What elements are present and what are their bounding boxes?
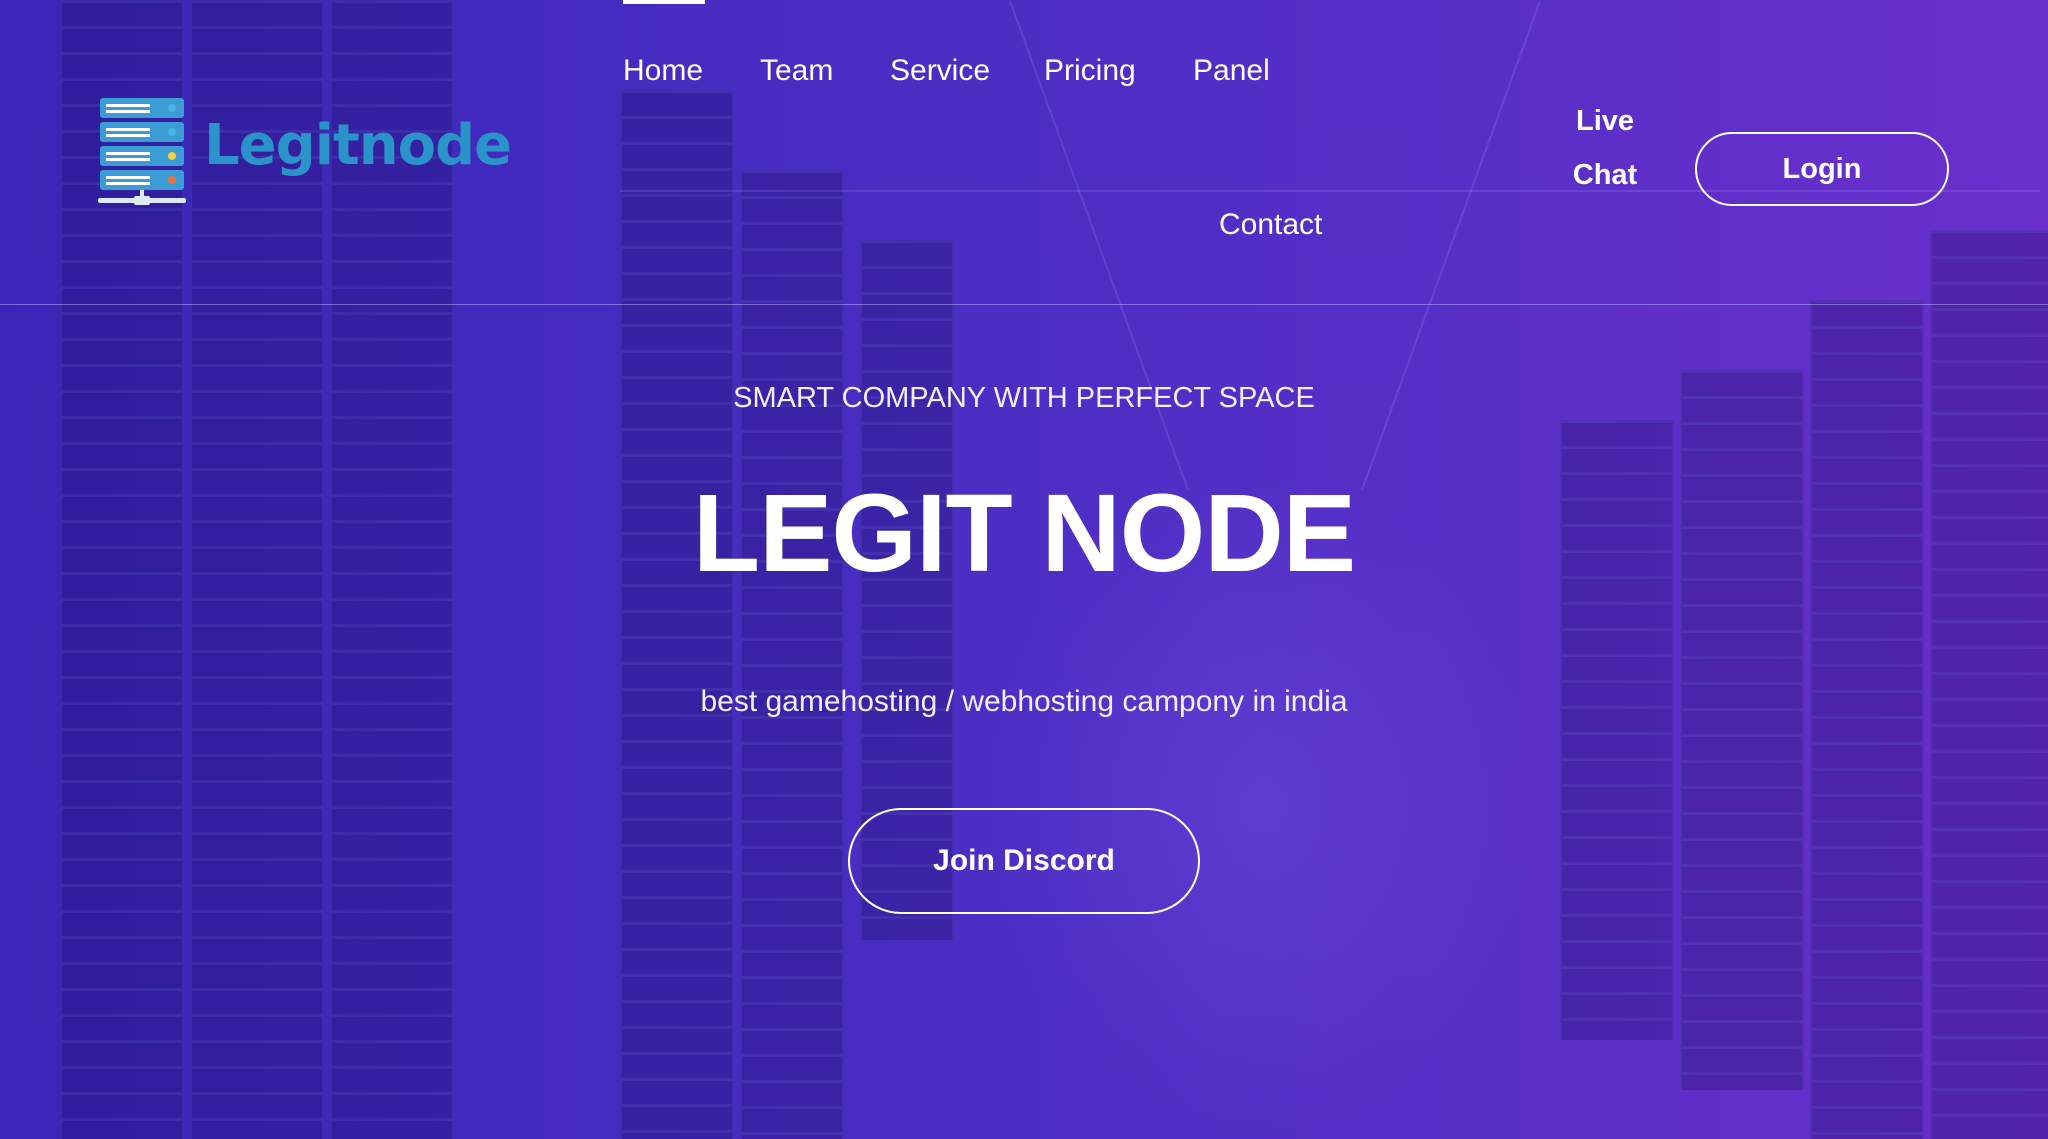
nav-home[interactable]: Home: [623, 54, 703, 88]
server-rack: [1810, 300, 1924, 1139]
join-discord-button[interactable]: Join Discord: [848, 808, 1200, 914]
hero-subtitle: best gamehosting / webhosting campony in…: [700, 685, 1348, 718]
nav-contact[interactable]: Contact: [1219, 208, 1322, 242]
live-chat-line1: Live: [1575, 105, 1635, 137]
live-chat-line2: Chat: [1572, 159, 1638, 191]
hero-tagline: SMART COMPANY WITH PERFECT SPACE: [733, 382, 1315, 414]
nav-pricing[interactable]: Pricing: [1044, 54, 1136, 88]
header-divider: [0, 304, 2048, 305]
brand-logo[interactable]: Legitnode: [96, 96, 512, 206]
nav-service[interactable]: Service: [890, 54, 990, 88]
server-rack: [620, 90, 734, 1139]
login-button[interactable]: Login: [1695, 132, 1949, 206]
hero-title: LEGIT NODE: [692, 472, 1356, 595]
live-chat-link[interactable]: Live Chat: [1560, 94, 1650, 202]
nav-active-indicator: [623, 0, 705, 4]
nav-panel[interactable]: Panel: [1193, 54, 1270, 88]
server-rack: [740, 170, 844, 1139]
ceiling-line: [1361, 0, 1541, 490]
nav-team[interactable]: Team: [760, 54, 833, 88]
server-stack-icon: [96, 96, 188, 206]
brand-name: Legitnode: [204, 112, 512, 178]
